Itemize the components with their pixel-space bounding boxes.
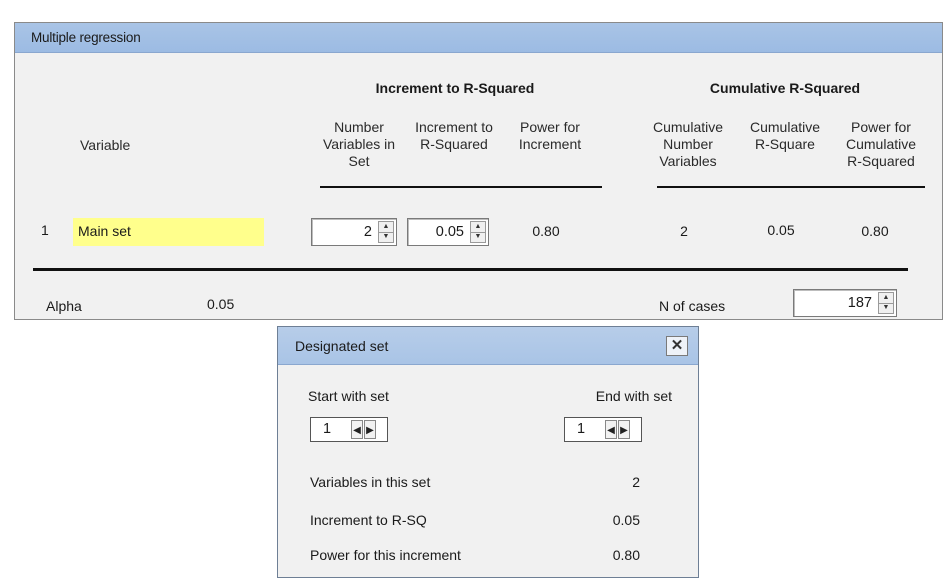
- col-increment: Increment to R-Squared: [415, 119, 493, 152]
- increment-value: 0.05: [612, 512, 640, 528]
- arrow-left-icon[interactable]: ◀: [351, 420, 363, 439]
- increment-spinner[interactable]: 0.05 ▲ ▼: [407, 218, 489, 246]
- col-power-increment: Power for Increment: [518, 119, 582, 152]
- variable-name-field[interactable]: Main set: [73, 218, 264, 246]
- number-vars-spinner[interactable]: 2 ▲ ▼: [311, 218, 397, 246]
- col-variable: Variable: [80, 137, 131, 153]
- alpha-value[interactable]: 0.05: [207, 296, 234, 312]
- start-value: 1: [323, 421, 332, 437]
- number-vars-value: 2: [363, 224, 372, 240]
- cumulative-group-title: Cumulative R-Squared: [709, 80, 861, 96]
- cum-rsquare-value: 0.05: [767, 222, 795, 238]
- dialog-title: Designated set: [295, 338, 389, 354]
- power-cumulative-value: 0.80: [861, 223, 889, 239]
- n-cases-label: N of cases: [659, 298, 726, 314]
- power-value: 0.80: [612, 547, 640, 563]
- increment-value: 0.05: [435, 224, 464, 240]
- n-cases-value: 187: [847, 295, 872, 311]
- power-increment-value: 0.80: [532, 223, 560, 239]
- increment-header-rule: [320, 186, 602, 188]
- window-title: Multiple regression: [31, 30, 141, 45]
- spin-down-icon[interactable]: ▼: [379, 232, 393, 242]
- col-power-cumulative: Power for Cumulative R-Squared: [845, 119, 917, 169]
- cum-number-value: 2: [680, 223, 688, 239]
- power-label: Power for this increment: [310, 547, 461, 563]
- increment-label: Increment to R-SQ: [310, 512, 427, 528]
- arrow-right-icon[interactable]: ▶: [364, 420, 376, 439]
- arrow-left-icon[interactable]: ◀: [605, 420, 617, 439]
- arrow-right-icon[interactable]: ▶: [618, 420, 630, 439]
- spin-down-icon[interactable]: ▼: [879, 303, 893, 313]
- col-number-vars: Number Variables in Set: [322, 119, 396, 169]
- col-cum-number: Cumulative Number Variables: [652, 119, 724, 169]
- window-titlebar: Multiple regression: [15, 23, 942, 53]
- row-index: 1: [41, 222, 49, 238]
- multiple-regression-window: Multiple regression Increment to R-Squar…: [14, 22, 943, 320]
- row-separator: [33, 268, 908, 271]
- close-icon[interactable]: ✕: [666, 336, 688, 356]
- start-set-stepper[interactable]: 1 ◀ ▶: [310, 417, 388, 442]
- alpha-label: Alpha: [46, 298, 82, 314]
- increment-group-title: Increment to R-Squared: [375, 80, 535, 96]
- vars-value: 2: [632, 474, 640, 490]
- variable-name: Main set: [78, 223, 131, 239]
- end-label: End with set: [595, 388, 672, 404]
- end-set-stepper[interactable]: 1 ◀ ▶: [564, 417, 642, 442]
- spin-down-icon[interactable]: ▼: [471, 232, 485, 242]
- dialog-titlebar: Designated set ✕: [278, 327, 698, 365]
- cumulative-header-rule: [657, 186, 925, 188]
- n-cases-spinner[interactable]: 187 ▲ ▼: [793, 289, 897, 317]
- end-value: 1: [577, 421, 586, 437]
- start-label: Start with set: [308, 388, 389, 404]
- vars-label: Variables in this set: [310, 474, 431, 490]
- designated-set-dialog: Designated set ✕ Start with set End with…: [277, 326, 699, 578]
- col-cum-rsquare: Cumulative R-Square: [749, 119, 821, 152]
